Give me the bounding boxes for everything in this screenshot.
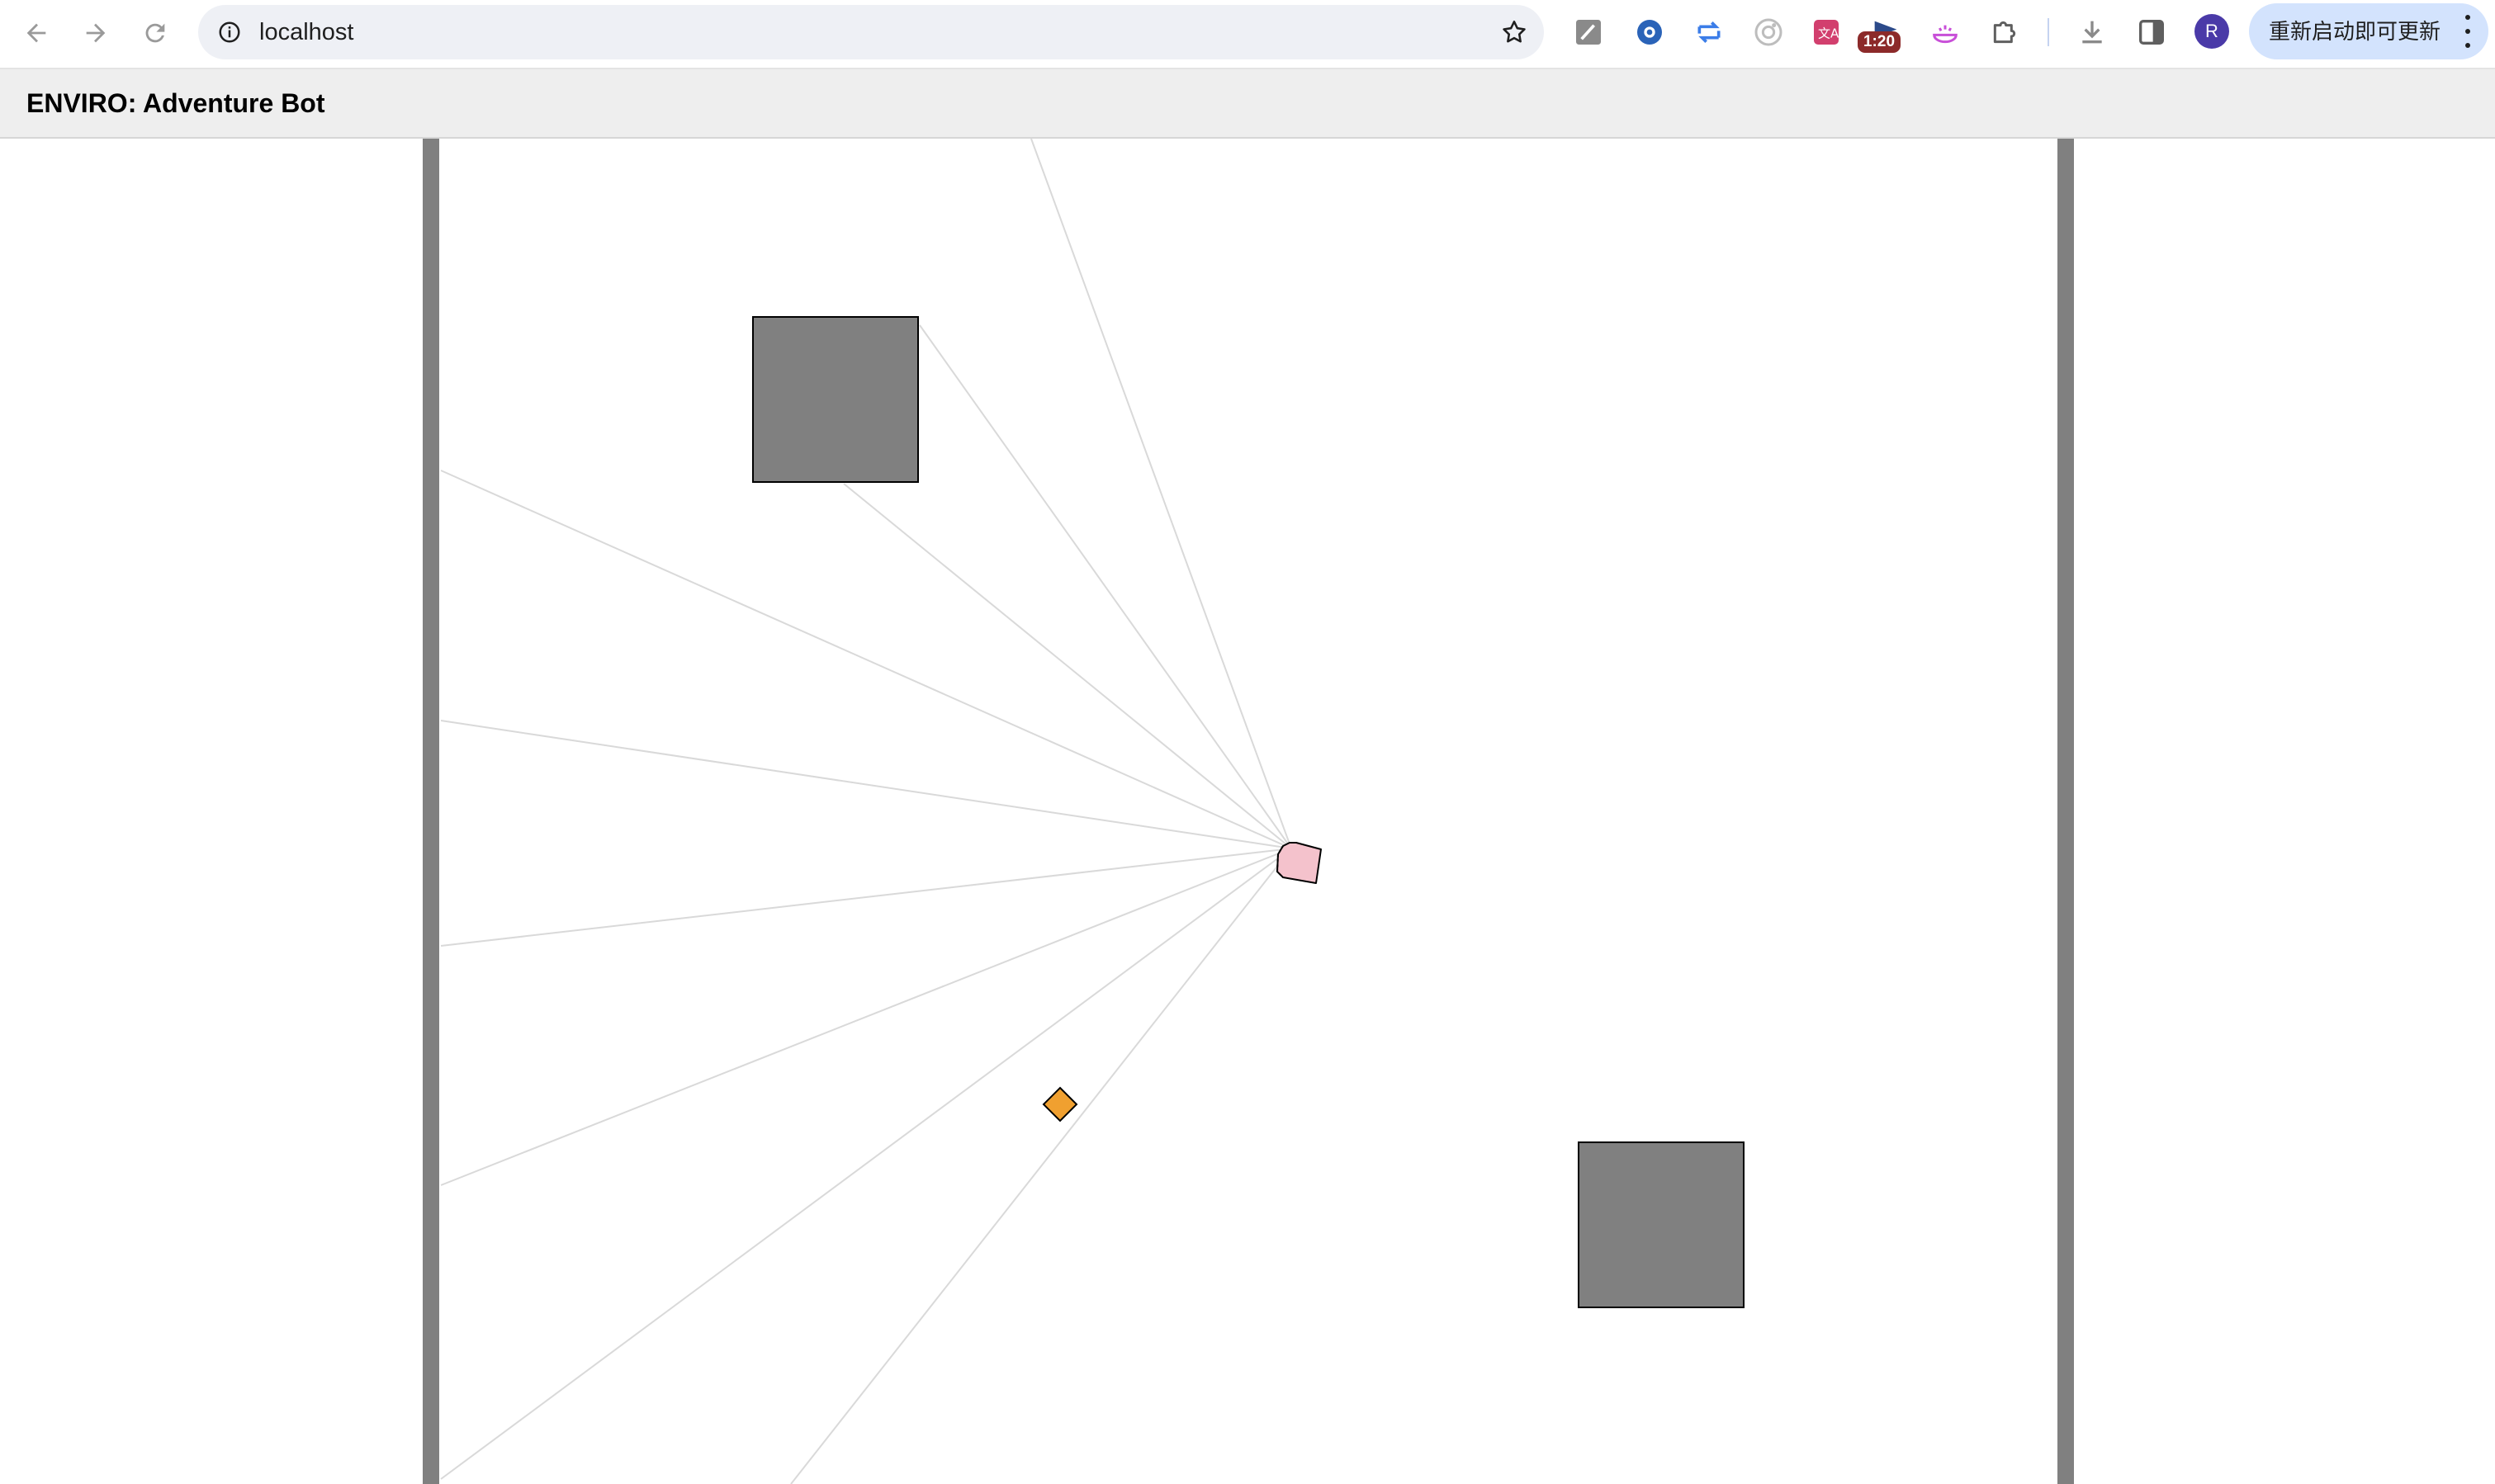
agent-robot bbox=[1276, 842, 1322, 884]
video-speed-badge: 1:20 bbox=[1858, 31, 1901, 53]
obstacle-block bbox=[752, 316, 919, 483]
toolbar-separator bbox=[2048, 18, 2049, 46]
arena-canvas bbox=[423, 139, 2074, 1484]
sensor-ray bbox=[790, 848, 1292, 1484]
simulation-arena bbox=[0, 139, 2495, 1484]
sensor-ray bbox=[440, 848, 1292, 1186]
target-diamond bbox=[1042, 1086, 1078, 1122]
left-wall bbox=[423, 139, 439, 1484]
site-info-icon[interactable] bbox=[213, 16, 246, 49]
cloud-extension-icon[interactable] bbox=[1927, 14, 1963, 50]
translate-extension-icon[interactable]: 文A bbox=[1808, 14, 1844, 50]
app-header: ENVIRO: Adventure Bot bbox=[0, 69, 2495, 139]
camera-extension-icon[interactable] bbox=[1750, 14, 1787, 50]
svg-text:文A: 文A bbox=[1818, 26, 1839, 41]
more-menu-icon[interactable] bbox=[2465, 15, 2470, 48]
sensor-ray bbox=[919, 324, 1292, 849]
sensor-ray bbox=[440, 470, 1292, 849]
sync-extension-icon[interactable] bbox=[1691, 14, 1727, 50]
globe-extension-icon[interactable] bbox=[1631, 14, 1668, 50]
sensor-ray bbox=[440, 848, 1292, 947]
side-panel-icon[interactable] bbox=[2133, 14, 2170, 50]
puzzle-extension-icon[interactable] bbox=[1986, 14, 2023, 50]
obstacle-block bbox=[1578, 1141, 1745, 1308]
sensor-ray bbox=[440, 848, 1292, 1480]
address-bar[interactable]: localhost bbox=[198, 5, 1544, 59]
bookmark-star-icon[interactable] bbox=[1496, 14, 1532, 50]
profile-avatar[interactable]: R bbox=[2194, 14, 2229, 49]
download-icon[interactable] bbox=[2074, 14, 2110, 50]
reload-icon[interactable] bbox=[139, 17, 172, 50]
back-arrow-icon[interactable] bbox=[20, 17, 53, 50]
notes-extension-icon[interactable] bbox=[1570, 14, 1607, 50]
page-title: ENVIRO: Adventure Bot bbox=[26, 88, 325, 118]
browser-toolbar: localhost 文A 1:20 R 重新启动即可更新 bbox=[0, 0, 2495, 69]
sensor-ray bbox=[440, 720, 1292, 849]
url-text: localhost bbox=[259, 19, 354, 45]
right-wall bbox=[2057, 139, 2074, 1484]
forward-arrow-icon[interactable] bbox=[79, 17, 112, 50]
update-button-label: 重新启动即可更新 bbox=[2269, 19, 2441, 44]
update-button[interactable]: 重新启动即可更新 bbox=[2249, 3, 2488, 59]
